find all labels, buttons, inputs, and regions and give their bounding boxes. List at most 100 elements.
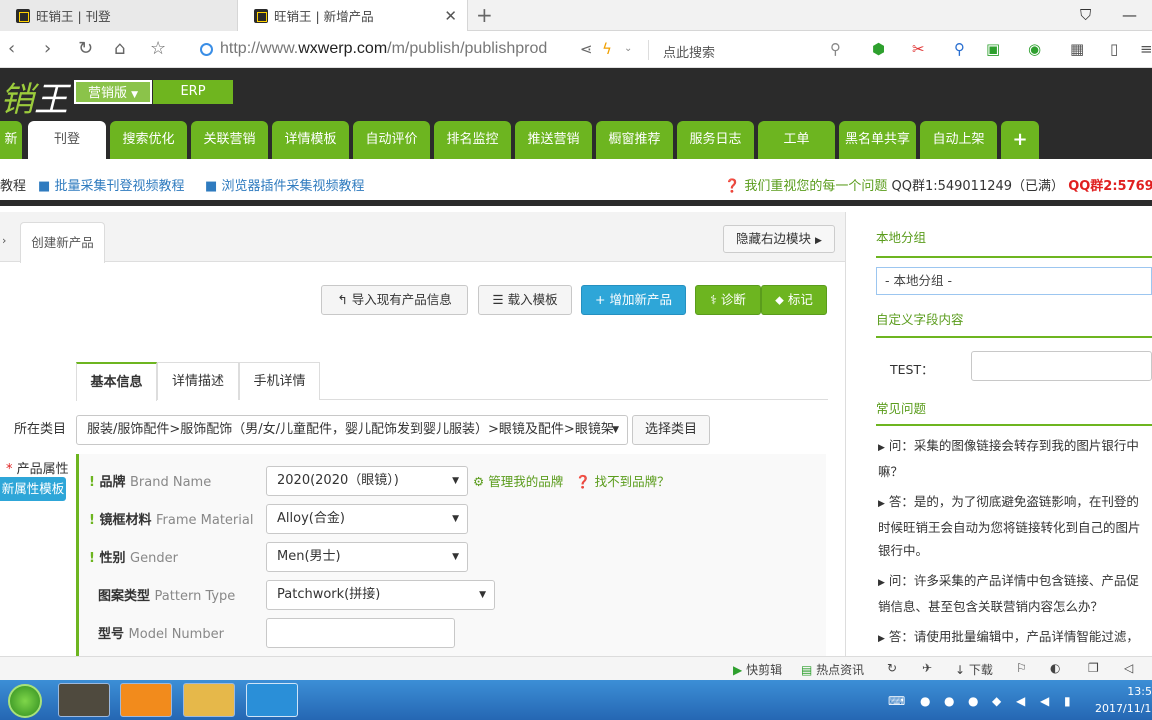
new-tab-button[interactable]: +	[476, 3, 493, 27]
hot-news-button[interactable]: ▤ 热点资讯	[801, 661, 864, 678]
refresh-icon[interactable]: ↻	[887, 661, 897, 675]
nav-item-ticket[interactable]: 工单	[758, 121, 835, 159]
shirt-icon[interactable]: ⛉	[1080, 6, 1091, 24]
tab-detail-desc[interactable]: 详情描述	[157, 362, 239, 400]
folder-icon[interactable]	[183, 683, 235, 717]
nav-item[interactable]: 新	[0, 121, 22, 159]
search-input[interactable]: 点此搜索	[663, 42, 715, 61]
app-icon-browser[interactable]	[246, 683, 298, 717]
tutorial-link[interactable]: 教程	[0, 175, 26, 194]
load-template-button[interactable]: ☰ 载入模板	[478, 285, 572, 315]
nav-item-blacklist[interactable]: 黑名单共享	[839, 121, 916, 159]
nav-item-related-marketing[interactable]: 关联营销	[191, 121, 268, 159]
window-icon[interactable]: ❐	[1088, 661, 1099, 675]
browser-icon[interactable]: ◐	[1050, 661, 1060, 675]
keyboard-icon[interactable]: ⌨	[888, 694, 905, 708]
diagnose-button[interactable]: ⚕ 诊断	[695, 285, 761, 315]
clock[interactable]: 13:52017/11/17	[1095, 683, 1152, 717]
volume-icon[interactable]: ◀	[1040, 694, 1049, 708]
hide-right-module-button[interactable]: 隐藏右边模块 ▶	[723, 225, 835, 253]
nav-item-seo[interactable]: 搜索优化	[110, 121, 187, 159]
choose-category-button[interactable]: 选择类目	[632, 415, 710, 445]
gamepad-icon[interactable]: ▣	[986, 40, 1000, 58]
tab-basic-info[interactable]: 基本信息	[76, 362, 157, 401]
share-icon[interactable]: ⋖	[580, 40, 593, 58]
batch-collect-video-link[interactable]: ■ 批量采集刊登视频教程	[38, 175, 184, 194]
add-nav-button[interactable]: +	[1001, 121, 1039, 159]
star-icon[interactable]: ☆	[150, 38, 166, 59]
mark-button[interactable]: ⬥ 标记	[761, 285, 827, 315]
manage-brand-link[interactable]: ⚙ 管理我的品牌	[473, 471, 563, 490]
signal-icon[interactable]: ▮	[1064, 694, 1071, 708]
app-icon-tool[interactable]	[58, 683, 110, 717]
add-new-product-button[interactable]: + 增加新产品	[581, 285, 686, 315]
gender-select[interactable]: Men(男士) ▼	[266, 542, 468, 572]
import-product-button[interactable]: ↰ 导入现有产品信息	[321, 285, 468, 315]
flag-icon[interactable]: ⚐	[1016, 661, 1027, 675]
nav-item-publish[interactable]: 刊登	[28, 121, 106, 161]
forward-icon[interactable]: ›	[44, 38, 51, 59]
plugin-video-link[interactable]: ■ 浏览器插件采集视频教程	[205, 175, 364, 194]
address-bar[interactable]: http://www.wxwerp.com/m/publish/publishp…	[220, 40, 547, 58]
frame-material-select[interactable]: Alloy(合金) ▼	[266, 504, 468, 534]
apps-grid-icon[interactable]: ▦	[1070, 40, 1084, 58]
nav-item-auto-review[interactable]: 自动评价	[353, 121, 430, 159]
model-number-input[interactable]	[266, 618, 455, 648]
caret-right-icon: ▶	[878, 578, 885, 588]
browser-tab-publish[interactable]: 旺销王 | 刊登	[0, 0, 238, 31]
menu-icon[interactable]: ≡	[1140, 40, 1152, 58]
pattern-type-select[interactable]: Patchwork(拼接) ▼	[266, 580, 495, 610]
nav-item-service-log[interactable]: 服务日志	[677, 121, 754, 159]
scissors-icon[interactable]: ✂	[912, 40, 925, 58]
test-input[interactable]	[971, 351, 1152, 381]
custom-field-title: 自定义字段内容	[876, 312, 964, 327]
site-favicon-icon	[254, 8, 268, 23]
back-icon[interactable]: ‹	[8, 38, 15, 59]
start-button[interactable]	[8, 684, 42, 718]
home-icon[interactable]: ⌂	[114, 38, 125, 59]
tab-create-product[interactable]: 创建新产品	[20, 222, 105, 263]
panel-header: › 创建新产品 隐藏右边模块 ▶	[0, 212, 845, 263]
local-group-select[interactable]: - 本地分组 -	[876, 267, 1152, 295]
speaker-icon[interactable]: ◁	[1124, 661, 1133, 675]
brand-select[interactable]: 2020(2020（眼镜）) ▼	[266, 466, 468, 496]
nav-item-showcase[interactable]: 橱窗推荐	[596, 121, 673, 159]
lightning-icon[interactable]: ϟ	[602, 40, 612, 58]
mute-icon[interactable]: ◀	[1016, 694, 1025, 708]
plugin-icon[interactable]: ⬢	[872, 40, 885, 58]
clip-icon: ▶	[733, 663, 743, 677]
caret-right-icon: ▶	[878, 634, 885, 644]
pin-icon[interactable]: ✈	[922, 661, 932, 675]
new-attr-template-button[interactable]: 新属性模板	[0, 477, 66, 501]
chevron-right-icon[interactable]: ›	[2, 234, 6, 247]
nav-item-rank-monitor[interactable]: 排名监控	[434, 121, 511, 159]
nav-item-push-marketing[interactable]: 推送营销	[515, 121, 592, 159]
wallet-icon[interactable]: ◉	[1028, 40, 1041, 58]
security-icon[interactable]: ●	[968, 694, 978, 708]
magnifier-icon[interactable]: ⚲	[954, 40, 965, 58]
erp-button[interactable]: ERP	[153, 80, 233, 104]
app-tray-icon[interactable]: ●	[944, 694, 954, 708]
question-icon: ❓	[724, 179, 741, 194]
main-nav: 新 刊登 搜索优化 关联营销 详情模板 自动评价 排名监控 推送营销 橱窗推荐 …	[0, 121, 1152, 161]
input-icon[interactable]: ◆	[992, 694, 1001, 708]
network-icon[interactable]: ●	[920, 694, 930, 708]
tablet-icon[interactable]: ▯	[1110, 40, 1118, 58]
category-select[interactable]: 服装/服饰配件>服饰配饰（男/女/儿童配件，婴儿配饰发到婴儿服装）>眼镜及配件>…	[76, 415, 628, 445]
minimize-icon[interactable]: —	[1122, 6, 1137, 24]
search-icon[interactable]: ⚲	[830, 40, 841, 58]
chevron-down-icon[interactable]: ⌄	[624, 43, 632, 54]
browser-tab-new-product[interactable]: 旺销王 | 新增产品 ✕	[238, 0, 468, 31]
quick-clip-button[interactable]: ▶ 快剪辑	[733, 661, 782, 678]
marketing-edition-button[interactable]: 营销版 ▼	[74, 80, 152, 104]
app-icon-presentation[interactable]	[120, 683, 172, 717]
brand-not-found-link[interactable]: ❓ 找不到品牌？	[575, 471, 670, 490]
refresh-icon[interactable]: ↻	[78, 38, 93, 59]
close-icon[interactable]: ✕	[444, 7, 457, 25]
download-button[interactable]: ↓ 下载	[955, 661, 993, 678]
faq-item: ▶答：请使用批量编辑中，产品详情智能过滤，可以批量解决您的所有问题	[878, 629, 1139, 656]
nav-item-detail-template[interactable]: 详情模板	[272, 121, 349, 159]
nav-item-auto-shelf[interactable]: 自动上架	[920, 121, 997, 159]
tab-mobile-detail[interactable]: 手机详情	[239, 362, 320, 400]
faq-item: ▶ 问：许多采集的产品详情中包含链接、产品促销信息、甚至包含关联营销内容怎么办？	[878, 573, 1139, 614]
